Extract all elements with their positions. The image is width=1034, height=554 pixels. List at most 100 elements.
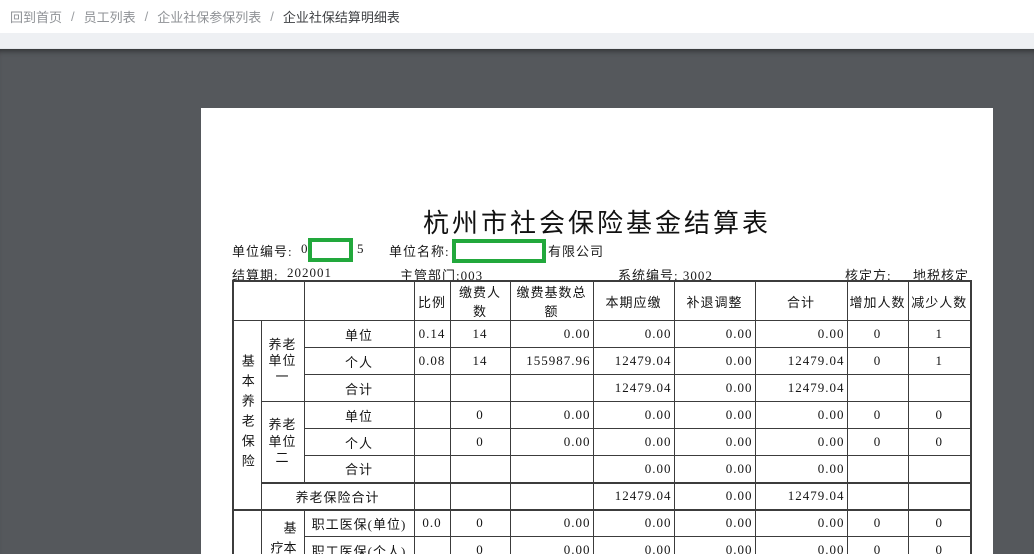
table-cell: 12479.04 — [592, 481, 675, 510]
table-cell: 0.00 — [509, 508, 594, 537]
table-cell: 0 — [449, 508, 511, 537]
table-row: 合计 12479.04 0.00 12479.04 — [233, 374, 972, 402]
table-corner-cell — [232, 280, 305, 321]
breadcrumb-item-insurance-list[interactable]: 企业社保参保列表 — [157, 7, 261, 26]
table-cell — [413, 374, 451, 402]
table-cell — [449, 481, 511, 510]
table-cell: 0.00 — [673, 536, 756, 554]
table-cell: 0.00 — [754, 536, 848, 554]
column-header: 本期应缴 — [592, 280, 675, 321]
column-header: 缴费人数 — [449, 280, 511, 321]
table-cell — [509, 455, 594, 483]
table-cell: 0.08 — [413, 347, 451, 375]
table-cell: 0.00 — [673, 401, 756, 429]
row-label: 合计 — [303, 374, 415, 402]
table-cell: 0 — [846, 320, 909, 348]
table-cell: 0.00 — [673, 508, 756, 537]
row-label: 养老保险合计 — [260, 481, 415, 510]
table-cell: 0 — [907, 428, 972, 456]
table-cell: 0.00 — [673, 455, 756, 483]
table-cell: 0.00 — [592, 536, 675, 554]
breadcrumb-item-home[interactable]: 回到首页 — [10, 7, 62, 26]
unit-code-suffix: 5 — [357, 241, 365, 256]
table-cell — [449, 374, 511, 402]
unit-name-suffix: 有限公司 — [548, 244, 605, 259]
table-cell: 0.00 — [673, 347, 756, 375]
table-cell: 0.00 — [592, 508, 675, 537]
redaction-box — [308, 238, 353, 262]
unit-name-label: 单位名称: — [389, 244, 450, 259]
table-cell — [413, 455, 451, 483]
document-page: 杭州市社会保险基金结算表 单位编号: 0 5 单位名称: 有限公司 结算期: 2… — [201, 108, 993, 554]
table-cell — [907, 374, 972, 402]
breadcrumb-item-employee-list[interactable]: 员工列表 — [84, 7, 136, 26]
toolbar-strip — [0, 33, 1034, 49]
table-cell: 0.00 — [673, 481, 756, 510]
table-cell — [509, 481, 594, 510]
table-row: 职工医保(个人) 0 0.00 0.00 0.00 0.00 0 0 — [233, 536, 972, 554]
table-cell: 0.14 — [413, 320, 451, 348]
row-label: 单位 — [303, 401, 415, 429]
table-cell: 1 — [907, 347, 972, 375]
table-row: 基本养老保险 养老单位一 单位 0.14 14 0.00 0.00 0.00 0… — [232, 320, 972, 510]
row-group-pension: 基本养老保险 — [232, 320, 262, 510]
table-cell: 0.00 — [592, 401, 675, 429]
table-row-pension-total: 养老保险合计 12479.04 0.00 12479.04 — [233, 481, 972, 510]
table-cell: 0 — [907, 508, 972, 537]
table-cell: 12479.04 — [592, 374, 675, 402]
table-cell: 155987.96 — [509, 347, 594, 375]
table-cell — [846, 374, 909, 402]
row-label: 职工医保(个人) — [303, 536, 415, 554]
breadcrumb: 回到首页 / 员工列表 / 企业社保参保列表 / 企业社保结算明细表 — [0, 0, 1034, 33]
table-cell: 1 — [907, 320, 972, 348]
table-row: 养老单位二 单位 0 0.00 0.00 0.00 0.00 0 0 — [233, 401, 972, 483]
document-viewer[interactable]: 杭州市社会保险基金结算表 单位编号: 0 5 单位名称: 有限公司 结算期: 2… — [0, 49, 1034, 554]
row-group-medical-outer — [232, 508, 262, 554]
table-cell: 0.00 — [673, 320, 756, 348]
table-cell: 0 — [846, 347, 909, 375]
table-cell: 0.00 — [509, 401, 594, 429]
page-title: 杭州市社会保险基金结算表 — [422, 209, 771, 238]
table-cell: 0.00 — [592, 428, 675, 456]
breadcrumb-separator: / — [71, 9, 75, 24]
table-cell: 0.00 — [754, 455, 848, 483]
table-cell — [846, 481, 909, 510]
table-cell — [907, 481, 972, 510]
table-cell: 0.00 — [509, 536, 594, 554]
column-header: 补退调整 — [673, 280, 756, 321]
column-header: 合计 — [754, 280, 848, 321]
table-cell: 0 — [449, 428, 511, 456]
breadcrumb-item-settlement-detail: 企业社保结算明细表 — [282, 10, 400, 25]
table-cell: 0.00 — [509, 428, 594, 456]
table-row: 个人 0 0.00 0.00 0.00 0.00 0 0 — [233, 428, 972, 456]
settlement-table: 比例 缴费人数 缴费基数总额 本期应缴 补退调整 合计 增加人数 减少人数 基本… — [232, 280, 972, 554]
table-cell — [449, 455, 511, 483]
table-cell: 0.00 — [754, 508, 848, 537]
table-cell: 12479.04 — [754, 481, 848, 510]
table-row: 个人 0.08 14 155987.96 12479.04 0.00 12479… — [233, 347, 972, 375]
row-label: 单位 — [303, 320, 415, 348]
table-cell: 0 — [907, 536, 972, 554]
row-label: 个人 — [303, 347, 415, 375]
row-label: 合计 — [303, 455, 415, 483]
table-cell — [846, 455, 909, 483]
table-cell: 0 — [449, 401, 511, 429]
breadcrumb-separator: / — [144, 9, 149, 24]
table-cell: 0.00 — [592, 320, 675, 348]
breadcrumb-separator: / — [270, 9, 274, 24]
row-group-medical: 基本医疗 — [260, 508, 305, 554]
column-header: 增加人数 — [846, 280, 909, 321]
table-cell — [413, 428, 451, 456]
table-cell: 12479.04 — [592, 347, 675, 375]
table-cell — [413, 401, 451, 429]
unit-code-label: 单位编号: — [232, 244, 293, 259]
table-cell: 0 — [846, 508, 909, 537]
period-value: 202001 — [287, 265, 332, 280]
table-cell: 0.00 — [754, 320, 848, 348]
column-header: 比例 — [413, 280, 451, 321]
table-cell: 0 — [846, 428, 909, 456]
table-cell — [413, 536, 451, 554]
table-cell: 0 — [846, 401, 909, 429]
row-label: 职工医保(单位) — [303, 508, 415, 537]
table-cell: 0.00 — [673, 428, 756, 456]
